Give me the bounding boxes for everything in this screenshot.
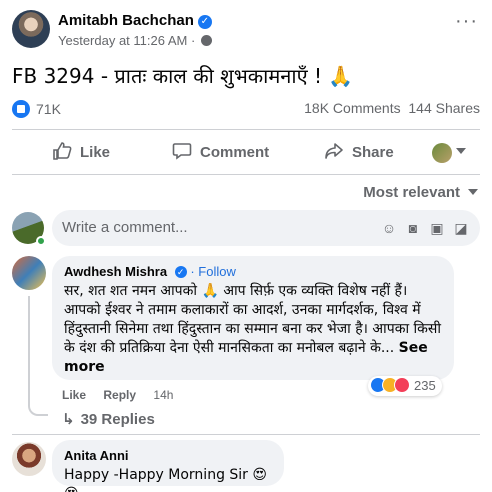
like-button-label: Like (80, 144, 111, 161)
verified-badge-icon: ✓ (174, 266, 187, 278)
post-text: FB 3294 - प्रातः काल की शुभकामनाएँ ! 🙏 (12, 64, 354, 88)
share-button[interactable]: Share (324, 134, 394, 172)
follow-link[interactable]: Follow (198, 264, 236, 279)
author-avatar[interactable] (12, 10, 50, 48)
comment-count[interactable]: 18K Comments (304, 100, 400, 116)
commenter-avatar[interactable] (12, 256, 46, 290)
commenter-avatar[interactable] (12, 442, 46, 476)
love-reaction-icon (394, 377, 410, 393)
commenter-name[interactable]: Anita Anni (64, 448, 272, 463)
sticker-icon[interactable]: ◪ (452, 219, 470, 237)
reply-arrow-icon: ↳ (62, 411, 75, 428)
commenter-name[interactable]: Awdhesh Mishra (64, 264, 167, 279)
author-name[interactable]: Amitabh Bachchan (58, 12, 194, 29)
post-actions: Like Comment Share (12, 134, 480, 172)
stats-right: 18K Comments 144 Shares (304, 100, 480, 116)
caret-down-icon (468, 189, 478, 195)
author-name-row: Amitabh Bachchan ✓ (58, 12, 212, 29)
post-meta: Yesterday at 11:26 AM · (58, 33, 212, 48)
replies-label: 39 Replies (80, 411, 155, 428)
comment-button[interactable]: Comment (172, 134, 269, 172)
profile-switcher-avatar[interactable] (432, 143, 452, 163)
like-count[interactable]: 71K (36, 101, 61, 117)
sort-label: Most relevant (363, 184, 460, 201)
comment-button-label: Comment (200, 144, 270, 161)
divider (12, 129, 480, 130)
share-button-label: Share (352, 144, 394, 161)
comment-icon (172, 143, 192, 160)
post-header: Amitabh Bachchan ✓ Yesterday at 11:26 AM … (10, 6, 482, 50)
comment-reactions[interactable]: 235 (368, 376, 442, 396)
comment-reply-button[interactable]: Reply (103, 388, 136, 402)
thread-line (28, 296, 48, 416)
like-button[interactable]: Like (52, 134, 110, 172)
comment-age[interactable]: 14h (153, 388, 173, 402)
post-stats: 71K 18K Comments 144 Shares (12, 100, 480, 122)
composer-tools: ☺ ◙ ▣ ◪ (374, 219, 470, 238)
comment-composer[interactable]: Write a comment... ☺ ◙ ▣ ◪ (52, 210, 480, 246)
like-reaction-icon (12, 100, 30, 118)
divider (12, 434, 480, 435)
thumbs-up-icon (53, 142, 72, 160)
comment-sort-dropdown[interactable]: Most relevant (363, 184, 478, 201)
share-icon (325, 143, 343, 159)
comment-actions: Like Reply 14h (62, 388, 173, 402)
gif-icon[interactable]: ▣ (428, 219, 446, 237)
emoji-icon[interactable]: ☺ (380, 219, 398, 237)
verified-badge-icon: ✓ (197, 15, 212, 29)
comment-bubble: Anita Anni Happy -Happy Morning Sir 😍😍 (52, 440, 284, 492)
comment-text: सर, शत शत नमन आपको 🙏 आप सिर्फ़ एक व्यक्त… (64, 282, 442, 377)
reaction-count: 235 (414, 378, 436, 393)
online-status-icon (36, 236, 46, 246)
comment-bubble: Awdhesh Mishra ✓ · Follow सर, शत शत नमन … (52, 256, 454, 380)
share-count[interactable]: 144 Shares (408, 100, 480, 116)
comment-text: Happy -Happy Morning Sir 😍😍 (64, 467, 267, 492)
camera-icon[interactable]: ◙ (404, 219, 422, 237)
comment-input[interactable]: Write a comment... (62, 219, 188, 236)
commenter-name-row: Awdhesh Mishra ✓ · Follow (64, 264, 442, 279)
more-options-icon[interactable]: ··· (455, 10, 478, 33)
comment-body: सर, शत शत नमन आपको 🙏 आप सिर्फ़ एक व्यक्त… (64, 283, 441, 356)
globe-icon (200, 35, 212, 46)
comment-like-button[interactable]: Like (62, 388, 86, 402)
chevron-down-icon[interactable] (456, 148, 466, 154)
view-replies-button[interactable]: ↳ 39 Replies (62, 410, 155, 428)
post-timestamp[interactable]: Yesterday at 11:26 AM · (58, 33, 199, 48)
divider (12, 174, 480, 175)
follow-separator: · (190, 264, 195, 279)
